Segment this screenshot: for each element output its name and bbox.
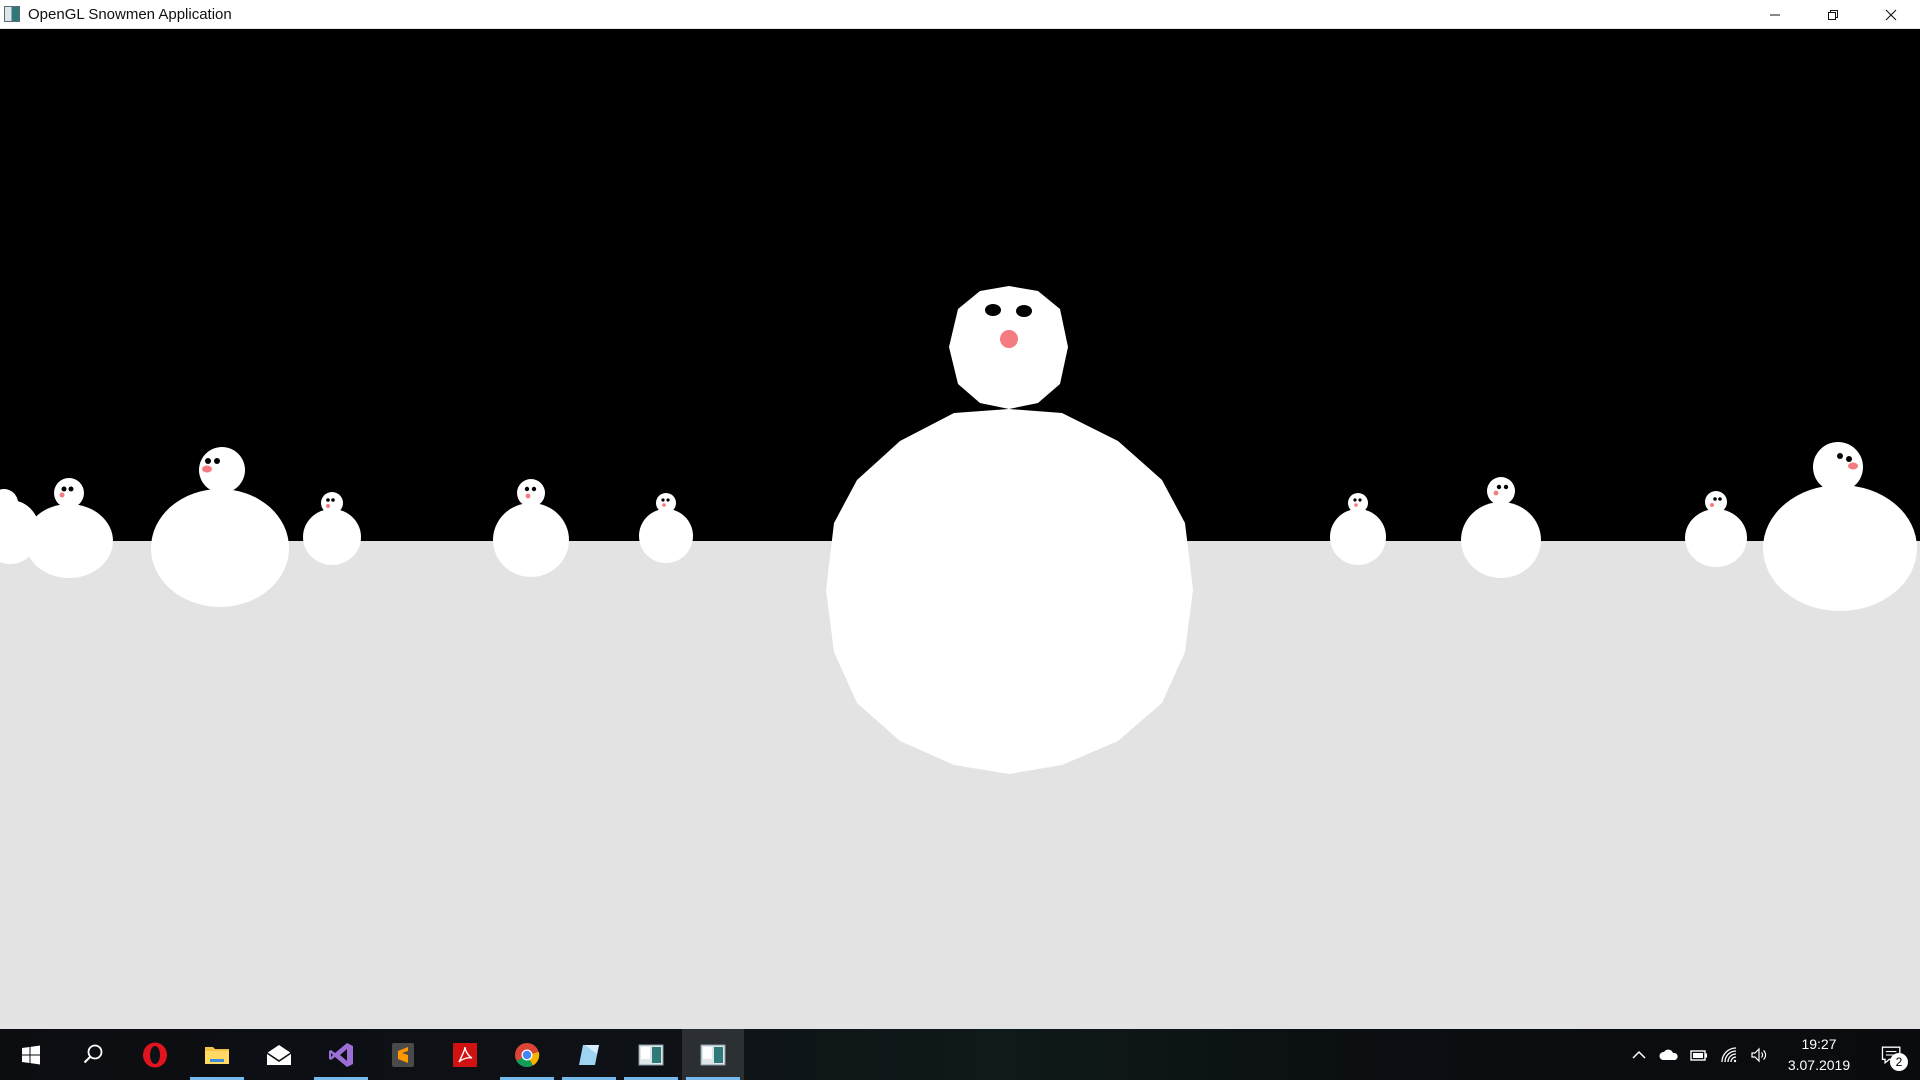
app-window-icon (700, 1044, 726, 1065)
restore-button[interactable] (1804, 0, 1862, 29)
opengl-viewport[interactable] (0, 29, 1920, 1029)
close-icon (1885, 9, 1897, 20)
app-window-button[interactable] (620, 1029, 682, 1080)
file-explorer-button[interactable] (186, 1029, 248, 1080)
search-button[interactable] (62, 1029, 124, 1080)
action-center-button[interactable]: 2 (1864, 1029, 1920, 1080)
chrome-button[interactable] (496, 1029, 558, 1080)
visual-studio-button[interactable] (310, 1029, 372, 1080)
window-title: OpenGL Snowmen Application (28, 5, 232, 23)
notes-icon (579, 1044, 599, 1065)
app-icon (4, 6, 20, 22)
sublime-icon (392, 1042, 414, 1067)
search-icon (83, 1044, 103, 1063)
folder-icon (205, 1046, 229, 1064)
cloud-icon (1659, 1049, 1678, 1060)
mail-icon (266, 1044, 292, 1065)
taskbar: 19:27 3.07.2019 2 (0, 1029, 1920, 1080)
onedrive-button[interactable] (1654, 1029, 1684, 1080)
opera-button[interactable] (124, 1029, 186, 1080)
clock-time: 19:27 (1801, 1035, 1837, 1052)
snowmen-scene (0, 29, 1920, 1029)
sublime-text-button[interactable] (372, 1029, 434, 1080)
restore-icon (1828, 9, 1838, 20)
start-button[interactable] (0, 1029, 62, 1080)
app-window-icon (638, 1044, 664, 1065)
show-hidden-icons-button[interactable] (1624, 1029, 1654, 1080)
chevron-up-icon (1632, 1050, 1646, 1059)
windows-logo-icon (22, 1045, 40, 1064)
visual-studio-icon (329, 1042, 353, 1067)
window-title-bar[interactable]: OpenGL Snowmen Application (0, 0, 1920, 29)
acrobat-icon (453, 1042, 477, 1067)
system-tray: 19:27 3.07.2019 2 (1624, 1029, 1920, 1080)
chrome-icon (515, 1042, 540, 1067)
snowmen-app-button[interactable] (682, 1029, 744, 1080)
volume-button[interactable] (1744, 1029, 1774, 1080)
wifi-icon (1721, 1046, 1737, 1062)
battery-icon (1690, 1049, 1707, 1061)
minimize-icon (1770, 14, 1780, 15)
minimize-button[interactable] (1746, 0, 1804, 29)
clock[interactable]: 19:27 3.07.2019 (1774, 1029, 1864, 1080)
window-controls (1746, 0, 1920, 29)
notification-count-badge: 2 (1890, 1053, 1908, 1071)
mail-button[interactable] (248, 1029, 310, 1080)
clock-date: 3.07.2019 (1787, 1056, 1851, 1073)
opera-icon (143, 1042, 167, 1067)
close-button[interactable] (1862, 0, 1920, 29)
speaker-icon (1751, 1047, 1767, 1062)
battery-button[interactable] (1684, 1029, 1714, 1080)
notes-button[interactable] (558, 1029, 620, 1080)
acrobat-button[interactable] (434, 1029, 496, 1080)
network-button[interactable] (1714, 1029, 1744, 1080)
